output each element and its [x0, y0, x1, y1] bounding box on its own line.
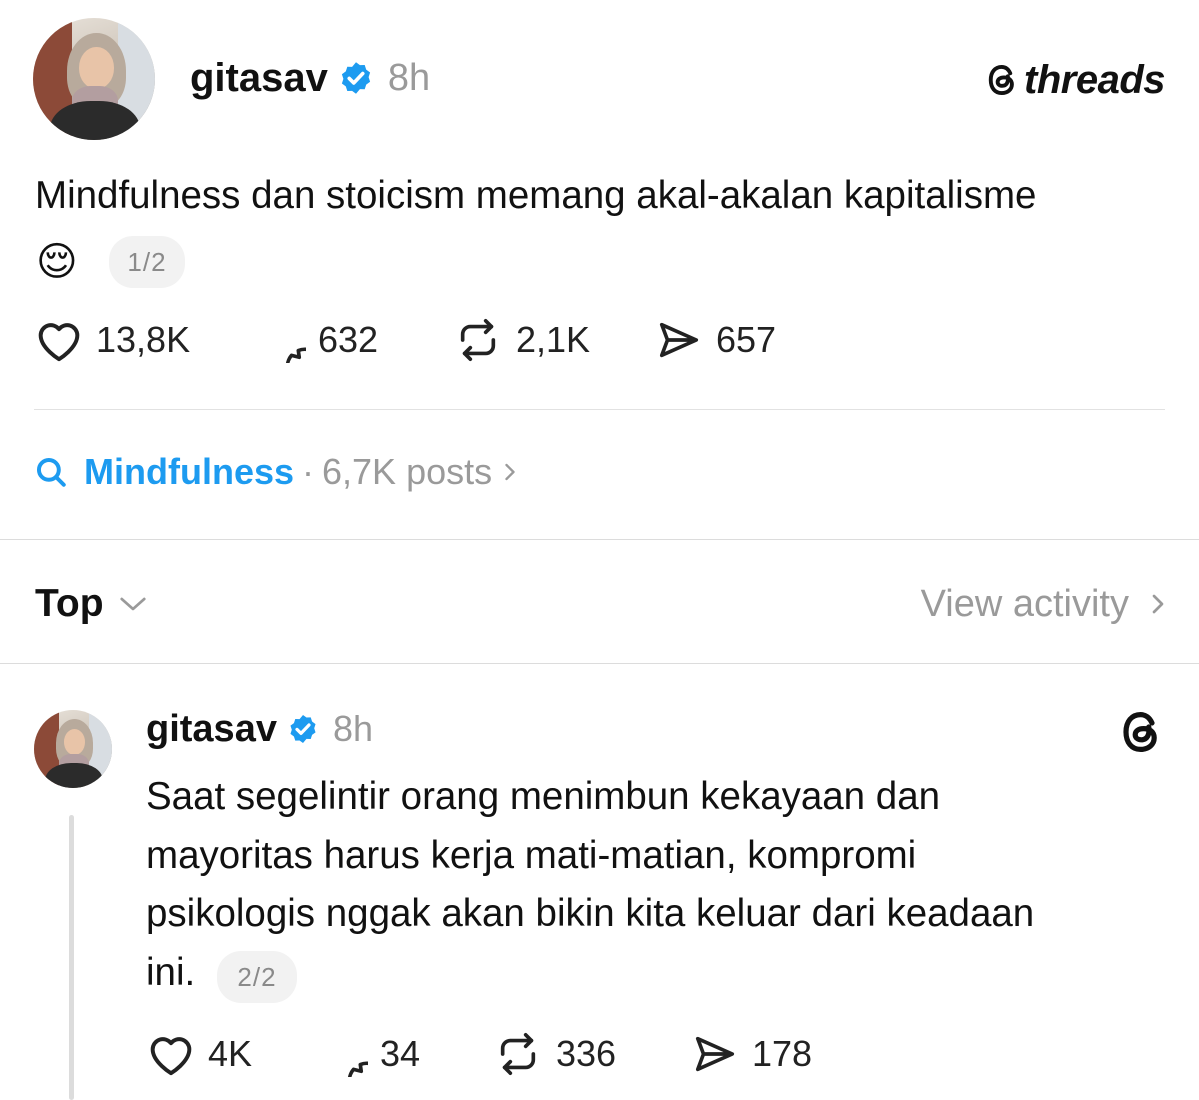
repost-count: 336 — [556, 1033, 617, 1074]
repost-action[interactable]: 336 — [492, 1030, 616, 1078]
chevron-right-icon — [1152, 594, 1164, 614]
page-indicator: 1/2 — [109, 236, 185, 288]
heart-icon — [38, 323, 80, 362]
view-activity-label: View activity — [920, 582, 1129, 625]
repost-count: 2,1K — [516, 319, 591, 360]
share-count: 178 — [752, 1033, 813, 1074]
threads-wordmark: threads — [1024, 57, 1166, 102]
section-divider — [0, 663, 1199, 664]
chevron-right-icon — [505, 463, 515, 481]
repost-icon — [500, 1033, 536, 1075]
like-action[interactable]: 13,8K — [34, 316, 190, 364]
like-count: 4K — [208, 1033, 253, 1074]
reply-text-line: psikologis nggak akan bikin kita keluar … — [146, 892, 1035, 935]
author-avatar[interactable] — [33, 18, 155, 140]
topic-row[interactable]: Mindfulness · 6,7K posts — [34, 448, 520, 496]
post-header: gitasav 8h — [190, 52, 430, 104]
verified-badge-icon — [341, 62, 370, 94]
share-action[interactable]: 178 — [690, 1030, 812, 1078]
comment-icon — [286, 347, 306, 363]
threads-logo-icon — [1123, 711, 1157, 753]
repost-action[interactable]: 2,1K — [452, 316, 590, 364]
reply-text-line: ini. — [146, 950, 196, 994]
verified-badge-icon — [290, 715, 316, 743]
divider — [34, 409, 1165, 410]
threads-brand: threads — [984, 57, 1166, 102]
chevron-down-icon — [119, 597, 146, 611]
share-count: 657 — [716, 319, 777, 360]
reply-text-line: Saat segelintir orang menimbun kekayaan … — [146, 775, 941, 818]
share-icon — [695, 1036, 735, 1072]
topic-separator: · — [302, 451, 315, 492]
author-username[interactable]: gitasav — [190, 56, 328, 101]
like-action[interactable]: 4K — [146, 1030, 252, 1078]
section-divider — [0, 539, 1199, 540]
share-action[interactable]: 657 — [654, 316, 776, 364]
like-count: 13,8K — [96, 319, 191, 360]
reply-avatar[interactable] — [34, 710, 112, 788]
reply-count: 34 — [380, 1033, 421, 1074]
page-indicator: 2/2 — [217, 951, 297, 1003]
comment-icon — [348, 1061, 368, 1077]
share-icon — [659, 322, 699, 358]
reply-text-line: mayoritas harus kerja mati-matian, kompr… — [146, 833, 917, 877]
reply-header: gitasav 8h — [146, 706, 373, 752]
reply-action[interactable]: 34 — [320, 1030, 420, 1078]
reply-time: 8h — [332, 708, 374, 749]
search-icon — [36, 457, 66, 487]
view-activity-link[interactable]: View activity — [921, 580, 1169, 628]
sort-dropdown[interactable]: Top — [35, 580, 148, 628]
topic-count: 6,7K posts — [322, 451, 493, 492]
threads-logo-icon — [988, 64, 1014, 96]
reply-action[interactable]: 632 — [258, 316, 378, 364]
sort-label: Top — [35, 582, 104, 625]
reply-count: 632 — [318, 319, 379, 360]
repost-icon — [460, 319, 496, 361]
heart-icon — [150, 1037, 192, 1076]
reply-username[interactable]: gitasav — [146, 708, 277, 751]
thread-line — [69, 815, 74, 1100]
topic-tag[interactable]: Mindfulness — [84, 451, 294, 493]
post-emoji: 😌 — [36, 239, 78, 285]
post-text: Mindfulness dan stoicism memang akal-aka… — [35, 174, 1037, 217]
post-time: 8h — [387, 56, 431, 99]
